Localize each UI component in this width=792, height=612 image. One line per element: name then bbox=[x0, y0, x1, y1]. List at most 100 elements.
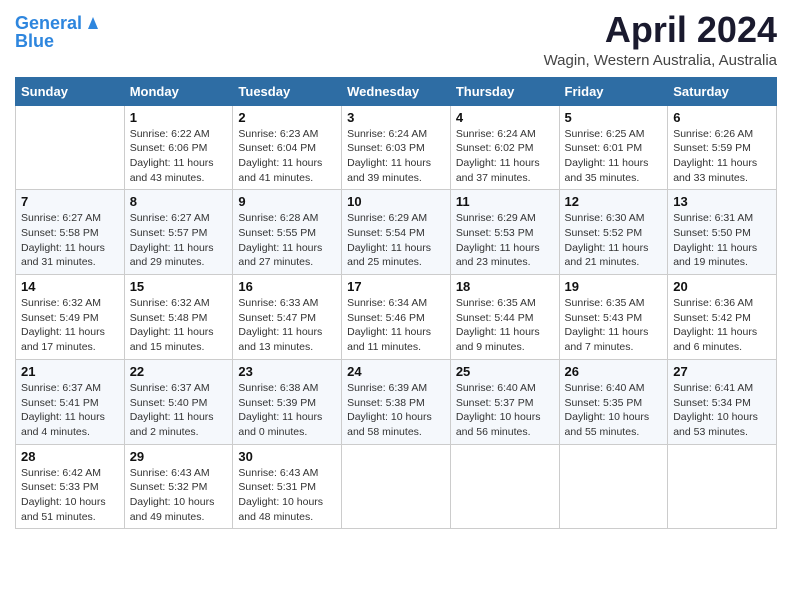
day-info: Sunrise: 6:26 AM Sunset: 5:59 PM Dayligh… bbox=[673, 127, 771, 186]
day-number: 4 bbox=[456, 110, 554, 125]
calendar-week-row: 21 Sunrise: 6:37 AM Sunset: 5:41 PM Dayli… bbox=[16, 359, 777, 444]
calendar-table: SundayMondayTuesdayWednesdayThursdayFrid… bbox=[15, 77, 777, 530]
calendar-cell: 16 Sunrise: 6:33 AM Sunset: 5:47 PM Dayli… bbox=[233, 275, 342, 360]
day-info: Sunrise: 6:40 AM Sunset: 5:35 PM Dayligh… bbox=[565, 381, 663, 440]
calendar-cell: 13Sunrise: 6:31 AM Sunset: 5:50 PM Dayli… bbox=[668, 190, 777, 275]
day-info: Sunrise: 6:36 AM Sunset: 5:42 PM Dayligh… bbox=[673, 296, 771, 355]
day-number: 29 bbox=[130, 449, 228, 464]
day-info: Sunrise: 6:22 AM Sunset: 6:06 PM Dayligh… bbox=[130, 127, 228, 186]
calendar-cell bbox=[16, 105, 125, 190]
calendar-cell bbox=[559, 444, 668, 529]
day-info: Sunrise: 6:42 AM Sunset: 5:33 PM Dayligh… bbox=[21, 466, 119, 525]
day-info: Sunrise: 6:28 AM Sunset: 5:55 PM Dayligh… bbox=[238, 211, 336, 270]
month-title: April 2024 bbox=[544, 10, 777, 50]
day-header-friday: Friday bbox=[559, 77, 668, 105]
calendar-cell: 25 Sunrise: 6:40 AM Sunset: 5:37 PM Dayli… bbox=[450, 359, 559, 444]
calendar-header-row: SundayMondayTuesdayWednesdayThursdayFrid… bbox=[16, 77, 777, 105]
day-number: 26 bbox=[565, 364, 663, 379]
day-info: Sunrise: 6:33 AM Sunset: 5:47 PM Dayligh… bbox=[238, 296, 336, 355]
logo-text-blue: Blue bbox=[15, 32, 102, 52]
calendar-cell: 7 Sunrise: 6:27 AM Sunset: 5:58 PM Daylig… bbox=[16, 190, 125, 275]
calendar-cell: 22Sunrise: 6:37 AM Sunset: 5:40 PM Dayli… bbox=[124, 359, 233, 444]
page-header: General Blue April 2024 Wagin, Western A… bbox=[15, 10, 777, 69]
logo: General Blue bbox=[15, 14, 102, 52]
day-number: 6 bbox=[673, 110, 771, 125]
calendar-week-row: 28 Sunrise: 6:42 AM Sunset: 5:33 PM Dayli… bbox=[16, 444, 777, 529]
day-info: Sunrise: 6:23 AM Sunset: 6:04 PM Dayligh… bbox=[238, 127, 336, 186]
calendar-cell: 18 Sunrise: 6:35 AM Sunset: 5:44 PM Dayli… bbox=[450, 275, 559, 360]
calendar-cell: 14 Sunrise: 6:32 AM Sunset: 5:49 PM Dayli… bbox=[16, 275, 125, 360]
day-number: 8 bbox=[130, 194, 228, 209]
day-info: Sunrise: 6:24 AM Sunset: 6:03 PM Dayligh… bbox=[347, 127, 445, 186]
day-number: 30 bbox=[238, 449, 336, 464]
calendar-cell: 23 Sunrise: 6:38 AM Sunset: 5:39 PM Dayli… bbox=[233, 359, 342, 444]
day-info: Sunrise: 6:43 AM Sunset: 5:32 PM Dayligh… bbox=[130, 466, 228, 525]
day-info: Sunrise: 6:35 AM Sunset: 5:43 PM Dayligh… bbox=[565, 296, 663, 355]
day-info: Sunrise: 6:32 AM Sunset: 5:49 PM Dayligh… bbox=[21, 296, 119, 355]
calendar-cell: 1 Sunrise: 6:22 AM Sunset: 6:06 PM Daylig… bbox=[124, 105, 233, 190]
day-header-sunday: Sunday bbox=[16, 77, 125, 105]
day-number: 24 bbox=[347, 364, 445, 379]
calendar-cell: 29 Sunrise: 6:43 AM Sunset: 5:32 PM Dayli… bbox=[124, 444, 233, 529]
day-header-thursday: Thursday bbox=[450, 77, 559, 105]
day-header-tuesday: Tuesday bbox=[233, 77, 342, 105]
day-info: Sunrise: 6:27 AM Sunset: 5:57 PM Dayligh… bbox=[130, 211, 228, 270]
day-number: 3 bbox=[347, 110, 445, 125]
calendar-cell: 2 Sunrise: 6:23 AM Sunset: 6:04 PM Daylig… bbox=[233, 105, 342, 190]
day-info: Sunrise: 6:34 AM Sunset: 5:46 PM Dayligh… bbox=[347, 296, 445, 355]
day-number: 7 bbox=[21, 194, 119, 209]
calendar-cell: 4 Sunrise: 6:24 AM Sunset: 6:02 PM Daylig… bbox=[450, 105, 559, 190]
day-number: 14 bbox=[21, 279, 119, 294]
day-number: 28 bbox=[21, 449, 119, 464]
day-info: Sunrise: 6:38 AM Sunset: 5:39 PM Dayligh… bbox=[238, 381, 336, 440]
day-info: Sunrise: 6:25 AM Sunset: 6:01 PM Dayligh… bbox=[565, 127, 663, 186]
calendar-cell: 24 Sunrise: 6:39 AM Sunset: 5:38 PM Dayli… bbox=[342, 359, 451, 444]
day-number: 23 bbox=[238, 364, 336, 379]
day-info: Sunrise: 6:35 AM Sunset: 5:44 PM Dayligh… bbox=[456, 296, 554, 355]
day-info: Sunrise: 6:43 AM Sunset: 5:31 PM Dayligh… bbox=[238, 466, 336, 525]
day-info: Sunrise: 6:31 AM Sunset: 5:50 PM Dayligh… bbox=[673, 211, 771, 270]
day-number: 25 bbox=[456, 364, 554, 379]
calendar-cell: 26 Sunrise: 6:40 AM Sunset: 5:35 PM Dayli… bbox=[559, 359, 668, 444]
day-number: 17 bbox=[347, 279, 445, 294]
calendar-cell: 27Sunrise: 6:41 AM Sunset: 5:34 PM Dayli… bbox=[668, 359, 777, 444]
day-number: 10 bbox=[347, 194, 445, 209]
day-info: Sunrise: 6:37 AM Sunset: 5:40 PM Dayligh… bbox=[130, 381, 228, 440]
day-number: 19 bbox=[565, 279, 663, 294]
calendar-cell: 10Sunrise: 6:29 AM Sunset: 5:54 PM Dayli… bbox=[342, 190, 451, 275]
calendar-cell: 6 Sunrise: 6:26 AM Sunset: 5:59 PM Daylig… bbox=[668, 105, 777, 190]
calendar-cell: 20 Sunrise: 6:36 AM Sunset: 5:42 PM Dayli… bbox=[668, 275, 777, 360]
day-info: Sunrise: 6:27 AM Sunset: 5:58 PM Dayligh… bbox=[21, 211, 119, 270]
calendar-cell: 15 Sunrise: 6:32 AM Sunset: 5:48 PM Dayli… bbox=[124, 275, 233, 360]
day-number: 27 bbox=[673, 364, 771, 379]
day-number: 20 bbox=[673, 279, 771, 294]
day-number: 18 bbox=[456, 279, 554, 294]
calendar-cell: 11Sunrise: 6:29 AM Sunset: 5:53 PM Dayli… bbox=[450, 190, 559, 275]
calendar-week-row: 7 Sunrise: 6:27 AM Sunset: 5:58 PM Daylig… bbox=[16, 190, 777, 275]
calendar-cell bbox=[450, 444, 559, 529]
day-info: Sunrise: 6:39 AM Sunset: 5:38 PM Dayligh… bbox=[347, 381, 445, 440]
title-area: April 2024 Wagin, Western Australia, Aus… bbox=[544, 10, 777, 69]
day-info: Sunrise: 6:37 AM Sunset: 5:41 PM Dayligh… bbox=[21, 381, 119, 440]
day-info: Sunrise: 6:40 AM Sunset: 5:37 PM Dayligh… bbox=[456, 381, 554, 440]
calendar-cell: 17 Sunrise: 6:34 AM Sunset: 5:46 PM Dayli… bbox=[342, 275, 451, 360]
calendar-cell bbox=[668, 444, 777, 529]
calendar-week-row: 1 Sunrise: 6:22 AM Sunset: 6:06 PM Daylig… bbox=[16, 105, 777, 190]
day-number: 1 bbox=[130, 110, 228, 125]
calendar-cell: 8 Sunrise: 6:27 AM Sunset: 5:57 PM Daylig… bbox=[124, 190, 233, 275]
day-number: 16 bbox=[238, 279, 336, 294]
day-info: Sunrise: 6:29 AM Sunset: 5:53 PM Dayligh… bbox=[456, 211, 554, 270]
day-number: 5 bbox=[565, 110, 663, 125]
day-info: Sunrise: 6:32 AM Sunset: 5:48 PM Dayligh… bbox=[130, 296, 228, 355]
day-number: 2 bbox=[238, 110, 336, 125]
logo-triangle-icon bbox=[84, 13, 102, 31]
calendar-week-row: 14 Sunrise: 6:32 AM Sunset: 5:49 PM Dayli… bbox=[16, 275, 777, 360]
calendar-cell: 12Sunrise: 6:30 AM Sunset: 5:52 PM Dayli… bbox=[559, 190, 668, 275]
calendar-cell: 21 Sunrise: 6:37 AM Sunset: 5:41 PM Dayli… bbox=[16, 359, 125, 444]
day-number: 9 bbox=[238, 194, 336, 209]
day-number: 21 bbox=[21, 364, 119, 379]
day-info: Sunrise: 6:24 AM Sunset: 6:02 PM Dayligh… bbox=[456, 127, 554, 186]
calendar-cell: 19 Sunrise: 6:35 AM Sunset: 5:43 PM Dayli… bbox=[559, 275, 668, 360]
calendar-cell: 5 Sunrise: 6:25 AM Sunset: 6:01 PM Daylig… bbox=[559, 105, 668, 190]
day-number: 15 bbox=[130, 279, 228, 294]
